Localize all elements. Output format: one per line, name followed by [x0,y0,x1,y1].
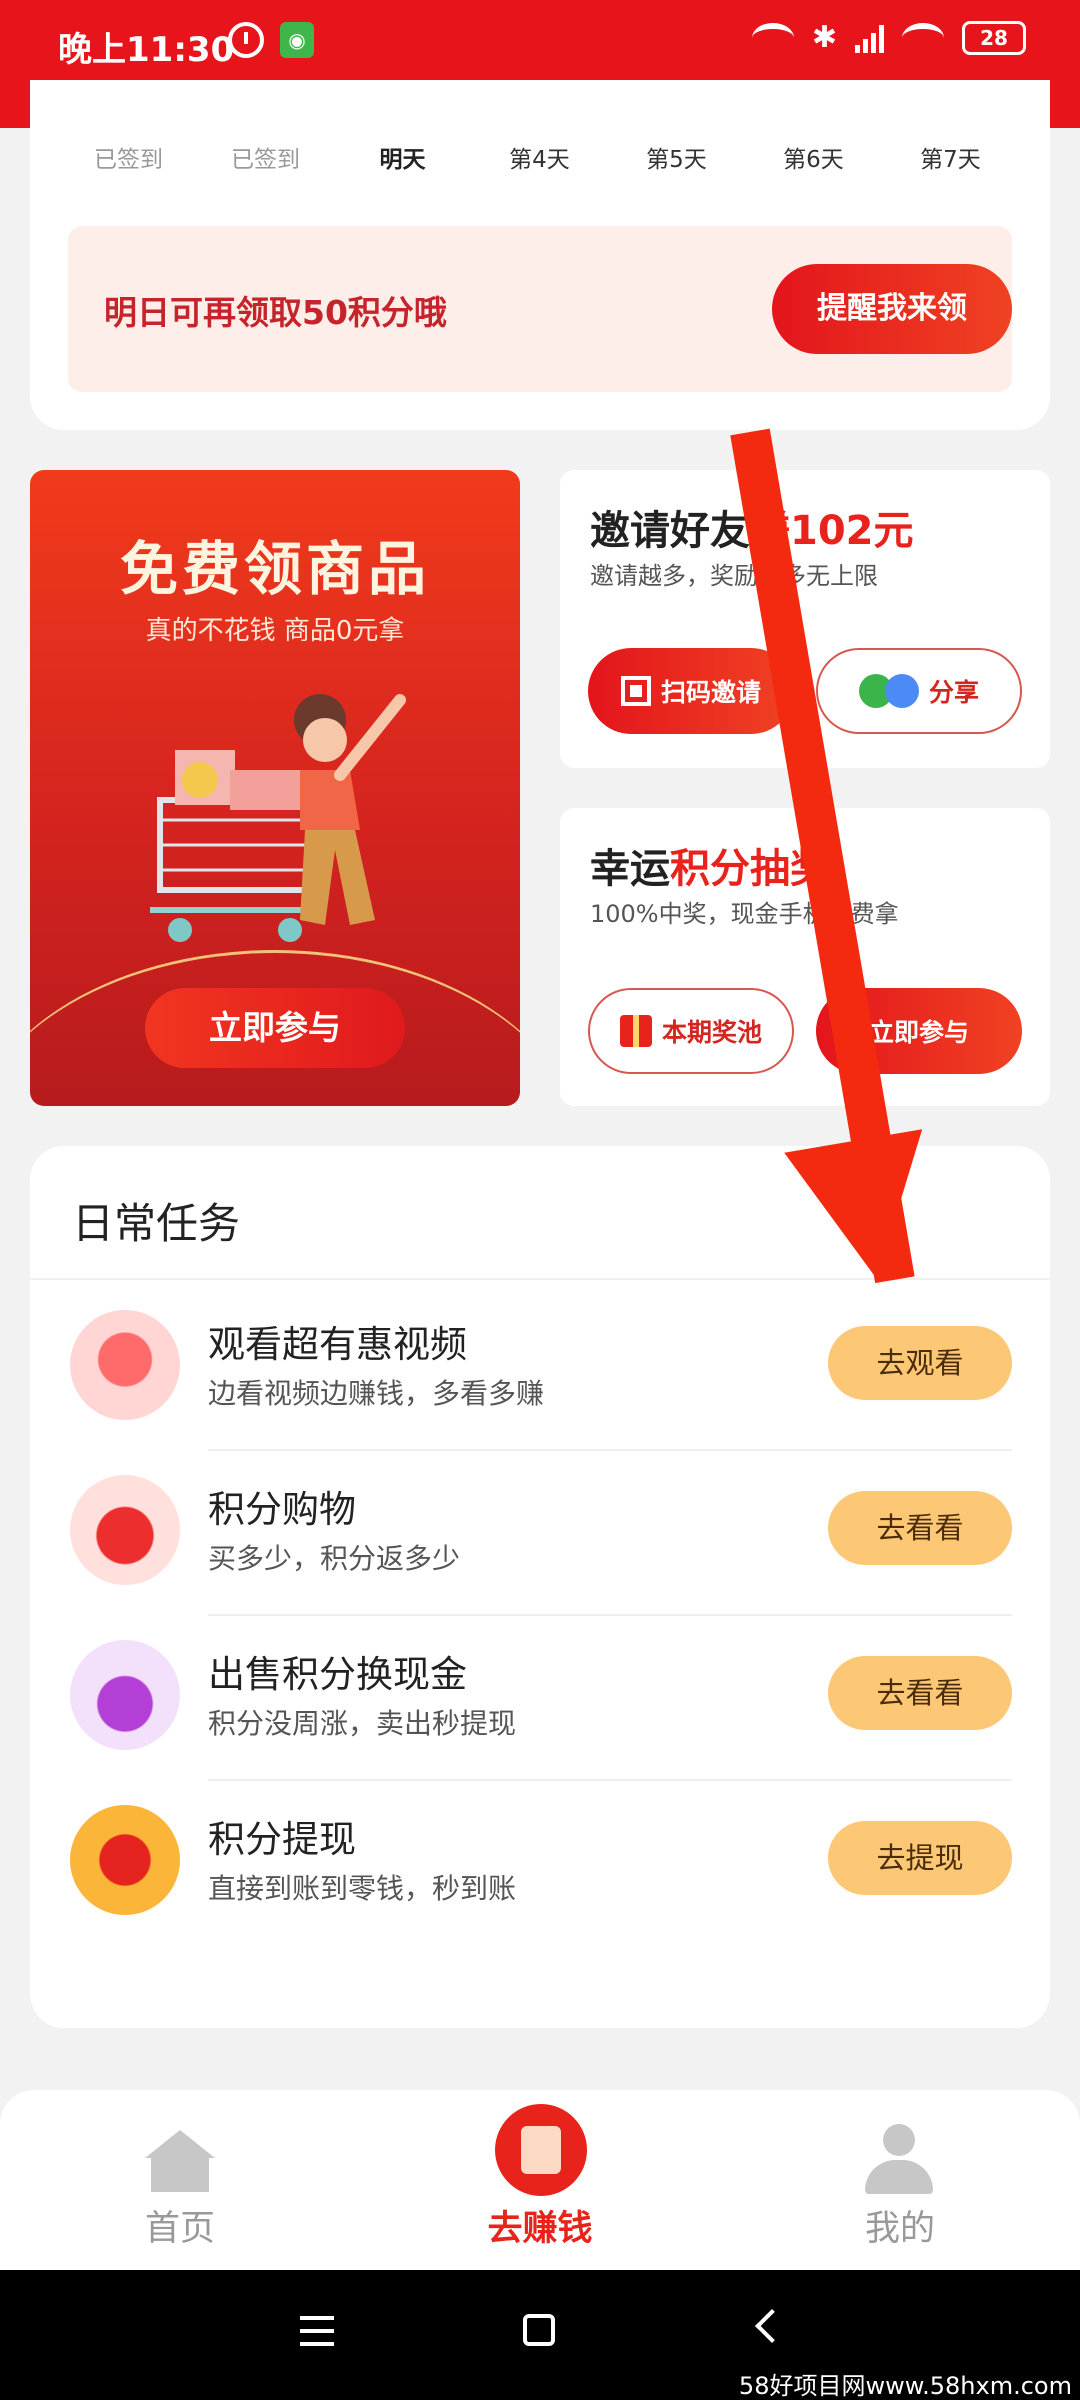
task-item: 积分提现 直接到账到零钱，秒到账 去提现 [30,1781,1050,1946]
red-envelope-icon [495,2104,587,2196]
bottom-nav: 首页 去赚钱 我的 [0,2090,1080,2270]
invite-subtitle: 邀请越多，奖励越多无上限 [590,562,878,590]
signin-day-4: 第4天 [509,147,570,173]
status-icons: ✱ 28 [751,20,1026,55]
free-goods-subtitle: 真的不花钱 商品0元拿 [145,616,405,646]
battery-icon: 28 [962,20,1026,55]
remind-box: 明日可再领取50积分哦 提醒我来领 [68,226,1012,392]
nav-mine[interactable]: 我的 [775,2090,1025,2270]
daily-tasks-title: 日常任务 [72,1199,241,1248]
invite-title-prefix: 邀请好友 [590,508,750,554]
watermark: 58好项目网www.58hxm.com [738,2372,1072,2400]
remind-text: 明日可再领取50积分哦 [104,293,447,332]
share-label: 分享 [928,678,979,707]
task-item: 出售积分换现金 积分没周涨，卖出秒提现 去看看 [30,1616,1050,1781]
lottery-title-prefix: 幸运 [590,846,670,892]
back-icon[interactable] [755,2309,789,2343]
signin-day-1: 已签到 [94,147,163,173]
status-time: 晚上11:30 [58,30,235,70]
remind-me-button[interactable]: 提醒我来领 [772,264,1012,354]
withdraw-button[interactable]: 去提现 [828,1821,1012,1895]
signin-card: 已签到 已签到 明天 第4天 第5天 第6天 第7天 明日可再领取50积分哦 提… [30,80,1050,430]
scan-invite-button[interactable]: 扫码邀请 [588,648,794,734]
watch-video-button[interactable]: 去观看 [828,1326,1012,1400]
wifi-icon-2 [902,22,944,53]
task-desc: 积分没周涨，卖出秒提现 [208,1707,517,1740]
prize-pool-button[interactable]: 本期奖池 [588,988,794,1074]
annotation-arrow-head [784,1129,946,1291]
free-goods-card[interactable]: 免费领商品 真的不花钱 商品0元拿 立即参与 [30,470,520,1106]
task-name: 观看超有惠视频 [208,1323,467,1366]
sell-points-button[interactable]: 去看看 [828,1656,1012,1730]
nav-home[interactable]: 首页 [55,2090,305,2270]
app-notification-icon: ◉ [280,22,314,58]
bluetooth-icon: ✱ [811,20,837,55]
system-nav-bar: 58好项目网www.58hxm.com [0,2270,1080,2400]
task-desc: 直接到账到零钱，秒到账 [208,1872,517,1905]
points-shopping-button[interactable]: 去看看 [828,1491,1012,1565]
qr-code-icon [620,676,651,706]
signin-day-7: 第7天 [920,147,981,173]
signin-day-5: 第5天 [646,147,707,173]
free-goods-join-button[interactable]: 立即参与 [145,988,405,1068]
nav-earn-label: 去赚钱 [487,2209,593,2249]
task-item: 观看超有惠视频 边看视频边赚钱，多看多赚 去观看 [30,1286,1050,1451]
home-icon [145,2130,215,2192]
nav-mine-label: 我的 [864,2209,935,2249]
nav-home-label: 首页 [144,2209,215,2249]
home-square-icon[interactable] [523,2314,555,2346]
red-envelope-icon [70,1805,180,1915]
scan-invite-label: 扫码邀请 [660,678,761,707]
menu-icon[interactable] [300,2316,334,2346]
task-item: 积分购物 买多少，积分返多少 去看看 [30,1451,1050,1616]
nav-earn[interactable]: 去赚钱 [415,2090,665,2270]
share-channels-icon [858,674,919,708]
task-desc: 买多少，积分返多少 [208,1542,461,1575]
cell-signal-icon [855,23,884,53]
user-icon [865,2124,933,2194]
signin-day-2: 已签到 [231,147,300,173]
video-icon [70,1310,180,1420]
task-name: 积分提现 [208,1818,356,1861]
coin-bag-icon [70,1640,180,1750]
task-desc: 边看视频边赚钱，多看多赚 [208,1377,545,1410]
signin-day-6: 第6天 [783,147,844,173]
prize-pool-label: 本期奖池 [661,1018,762,1047]
wifi-icon [751,22,794,53]
task-name: 出售积分换现金 [208,1653,467,1696]
task-name: 积分购物 [208,1488,356,1531]
free-goods-title: 免费领商品 [119,535,430,603]
alarm-icon [228,22,264,58]
lottery-title: 幸运积分抽奖 [590,836,830,894]
signin-days: 已签到 已签到 明天 第4天 第5天 第6天 第7天 [60,140,1020,174]
gift-icon [619,1015,652,1047]
shopping-cart-illustration [150,694,406,942]
signin-day-3: 明天 [379,147,426,173]
share-button[interactable]: 分享 [816,648,1022,734]
shopping-bag-icon [70,1475,180,1585]
